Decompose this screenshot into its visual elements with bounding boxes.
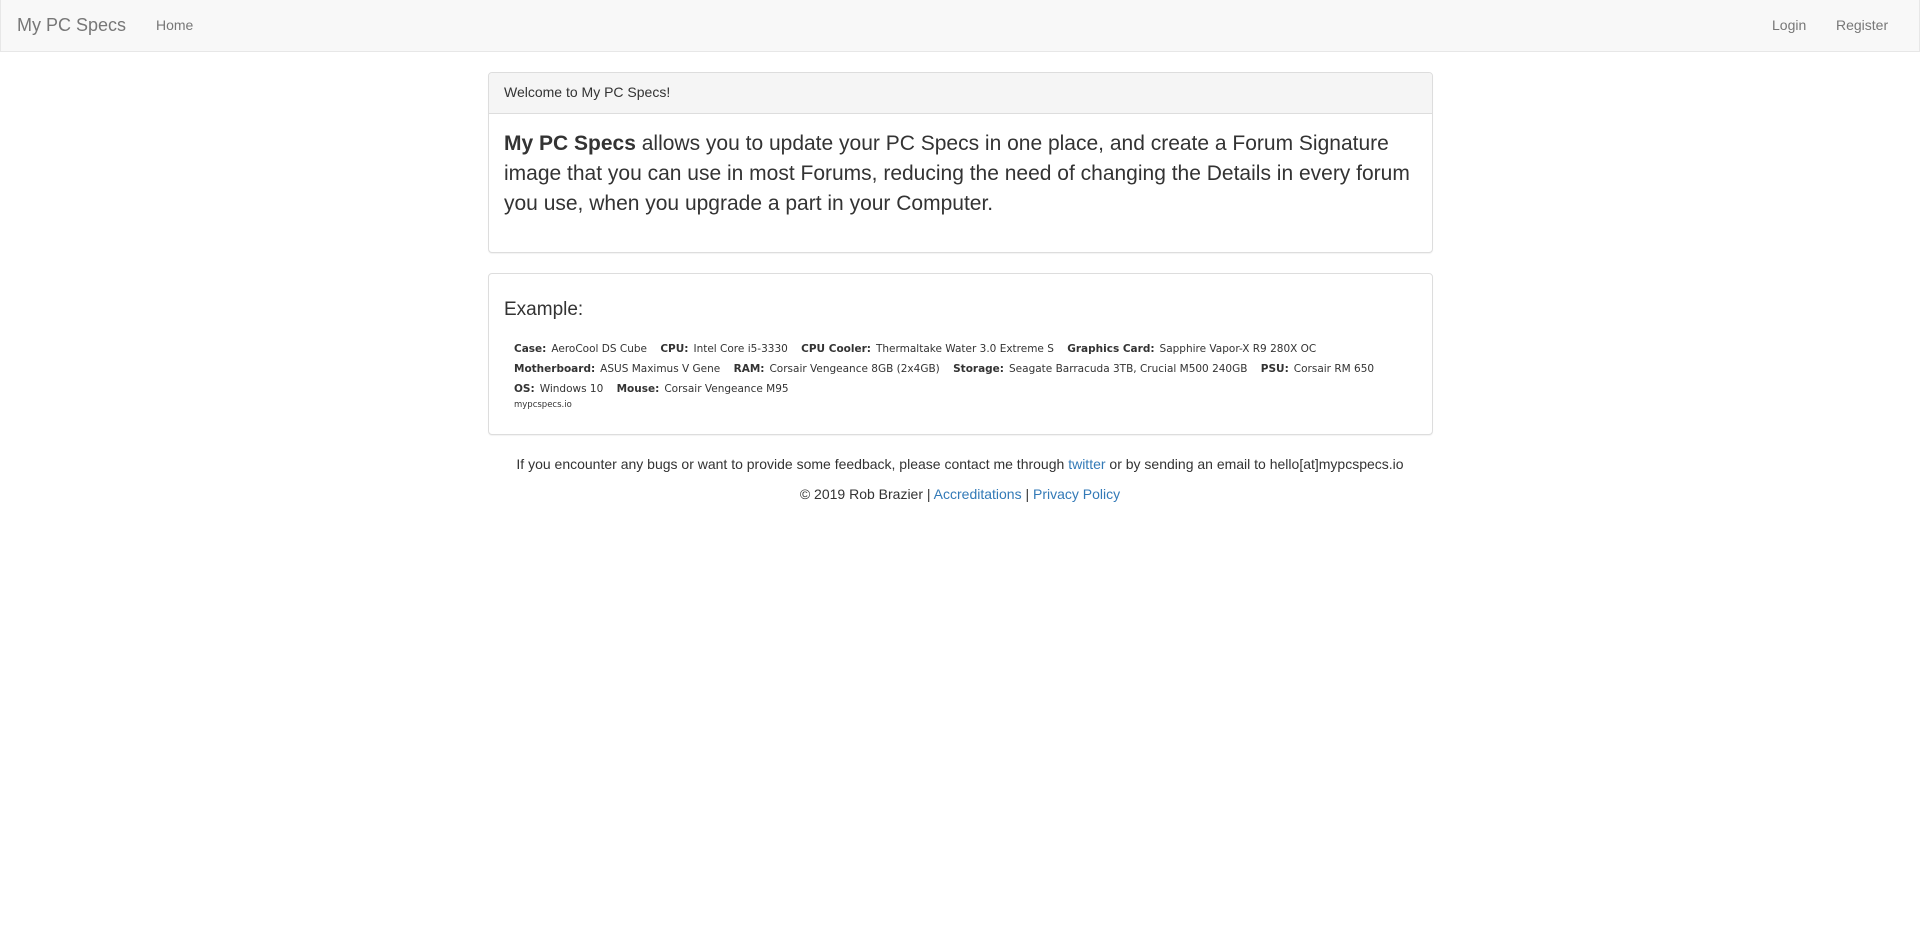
spec-value: Corsair Vengeance 8GB (2x4GB) [769,363,940,375]
lead-brand: My PC Specs [504,132,636,155]
footer-separator: | [1021,486,1034,502]
spec-label: CPU Cooler: [801,343,871,355]
spec-value: Thermaltake Water 3.0 Extreme S [875,343,1054,355]
spec-value: Intel Core i5-3330 [693,343,788,355]
spec-value: Corsair RM 650 [1293,363,1375,375]
accreditations-link[interactable]: Accreditations [934,486,1022,502]
spec-label: PSU: [1260,363,1289,375]
spec-line: Case: AeroCool DS Cube CPU: Intel Core i5-… [514,339,1414,359]
spec-item: CPU: Intel Core i5-3330 [660,339,787,359]
spec-item: Mouse: Corsair Vengeance M95 [617,379,789,399]
welcome-lead: My PC Specs allows you to update your PC… [489,114,1432,234]
spec-label: Motherboard: [514,363,596,375]
spec-value: ASUS Maximus V Gene [600,363,721,375]
spec-value: Sapphire Vapor-X R9 280X OC [1159,343,1317,355]
spec-item: Storage: Seagate Barracuda 3TB, Crucial M… [953,359,1247,379]
copyright-line: © 2019 Rob Brazier | Accreditations | Pr… [0,486,1920,502]
spec-label: Case: [514,343,547,355]
feedback-text-after: or by sending an email to hello[at]mypcs… [1105,456,1404,472]
welcome-panel-heading: Welcome to My PC Specs! [489,73,1432,114]
spec-line: OS: Windows 10 Mouse: Corsair Vengeance M9… [514,379,1414,399]
lead-text: allows you to update your PC Specs in on… [504,132,1410,215]
spec-label: Storage: [953,363,1005,375]
nav-register-link[interactable]: Register [1836,17,1888,33]
example-panel: Example: Case: AeroCool DS Cube CPU: Intel… [488,273,1433,435]
twitter-link[interactable]: twitter [1068,456,1105,472]
brand-link[interactable]: My PC Specs [17,15,126,36]
spec-value: Seagate Barracuda 3TB, Crucial M500 240G… [1009,363,1248,375]
spec-item: Motherboard: ASUS Maximus V Gene [514,359,720,379]
spec-line: Motherboard: ASUS Maximus V Gene RAM: Cors… [514,359,1414,379]
spec-label: RAM: [733,363,765,375]
spec-value: Corsair Vengeance M95 [664,383,789,395]
privacy-policy-link[interactable]: Privacy Policy [1033,486,1120,502]
nav-login-link[interactable]: Login [1772,17,1806,33]
signature-url: mypcspecs.io [514,400,572,410]
spec-value: Windows 10 [539,383,604,395]
spec-item: OS: Windows 10 [514,379,603,399]
spec-value: AeroCool DS Cube [551,343,647,355]
spec-label: Graphics Card: [1067,343,1155,355]
welcome-panel: Welcome to My PC Specs! My PC Specs allo… [488,72,1433,253]
spec-item: PSU: Corsair RM 650 [1261,359,1374,379]
example-title: Example: [504,299,584,320]
spec-item: Case: AeroCool DS Cube [514,339,647,359]
feedback-text-before: If you encounter any bugs or want to pro… [516,456,1069,472]
copyright-text: © 2019 Rob Brazier | [799,486,934,502]
signature-preview: Case: AeroCool DS Cube CPU: Intel Core i5-… [514,339,1414,410]
spec-item: CPU Cooler: Thermaltake Water 3.0 Extreme… [801,339,1054,359]
navbar: My PC Specs Home Login Register [0,0,1920,52]
feedback-line: If you encounter any bugs or want to pro… [0,456,1920,472]
spec-item: Graphics Card: Sapphire Vapor-X R9 280X O… [1067,339,1316,359]
spec-label: CPU: [660,343,689,355]
spec-label: Mouse: [616,383,660,395]
nav-home-link[interactable]: Home [156,17,193,33]
spec-label: OS: [514,383,535,395]
spec-item: RAM: Corsair Vengeance 8GB (2x4GB) [734,359,940,379]
